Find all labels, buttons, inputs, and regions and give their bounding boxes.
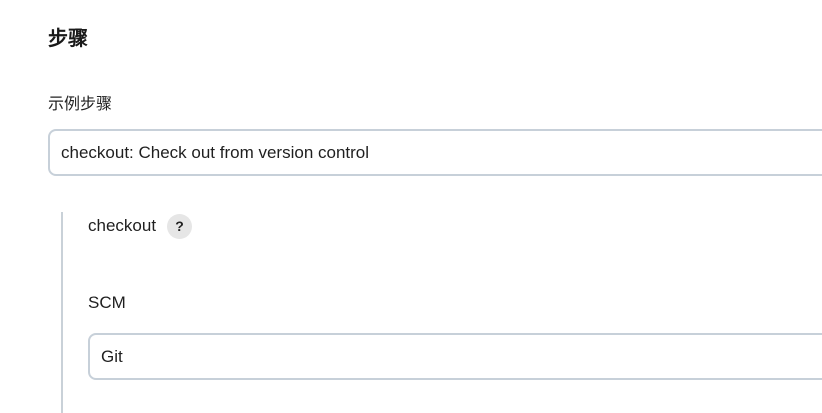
page: 步骤 示例步骤 checkout: Check out from version… bbox=[0, 0, 822, 413]
scm-label: SCM bbox=[88, 293, 126, 312]
sample-step-selected-value: checkout: Check out from version control bbox=[61, 142, 370, 162]
scm-selected-value: Git bbox=[101, 346, 123, 366]
help-icon[interactable]: ? bbox=[167, 213, 193, 239]
checkout-heading: checkout ? bbox=[88, 212, 193, 240]
checkout-label: checkout bbox=[88, 216, 157, 235]
section-title: 步骤 bbox=[48, 28, 88, 50]
sample-step-select[interactable]: checkout: Check out from version control bbox=[48, 129, 822, 176]
sample-step-label: 示例步骤 bbox=[48, 96, 113, 113]
nested-block-indicator bbox=[61, 212, 63, 413]
scm-select[interactable]: Git bbox=[88, 333, 822, 380]
